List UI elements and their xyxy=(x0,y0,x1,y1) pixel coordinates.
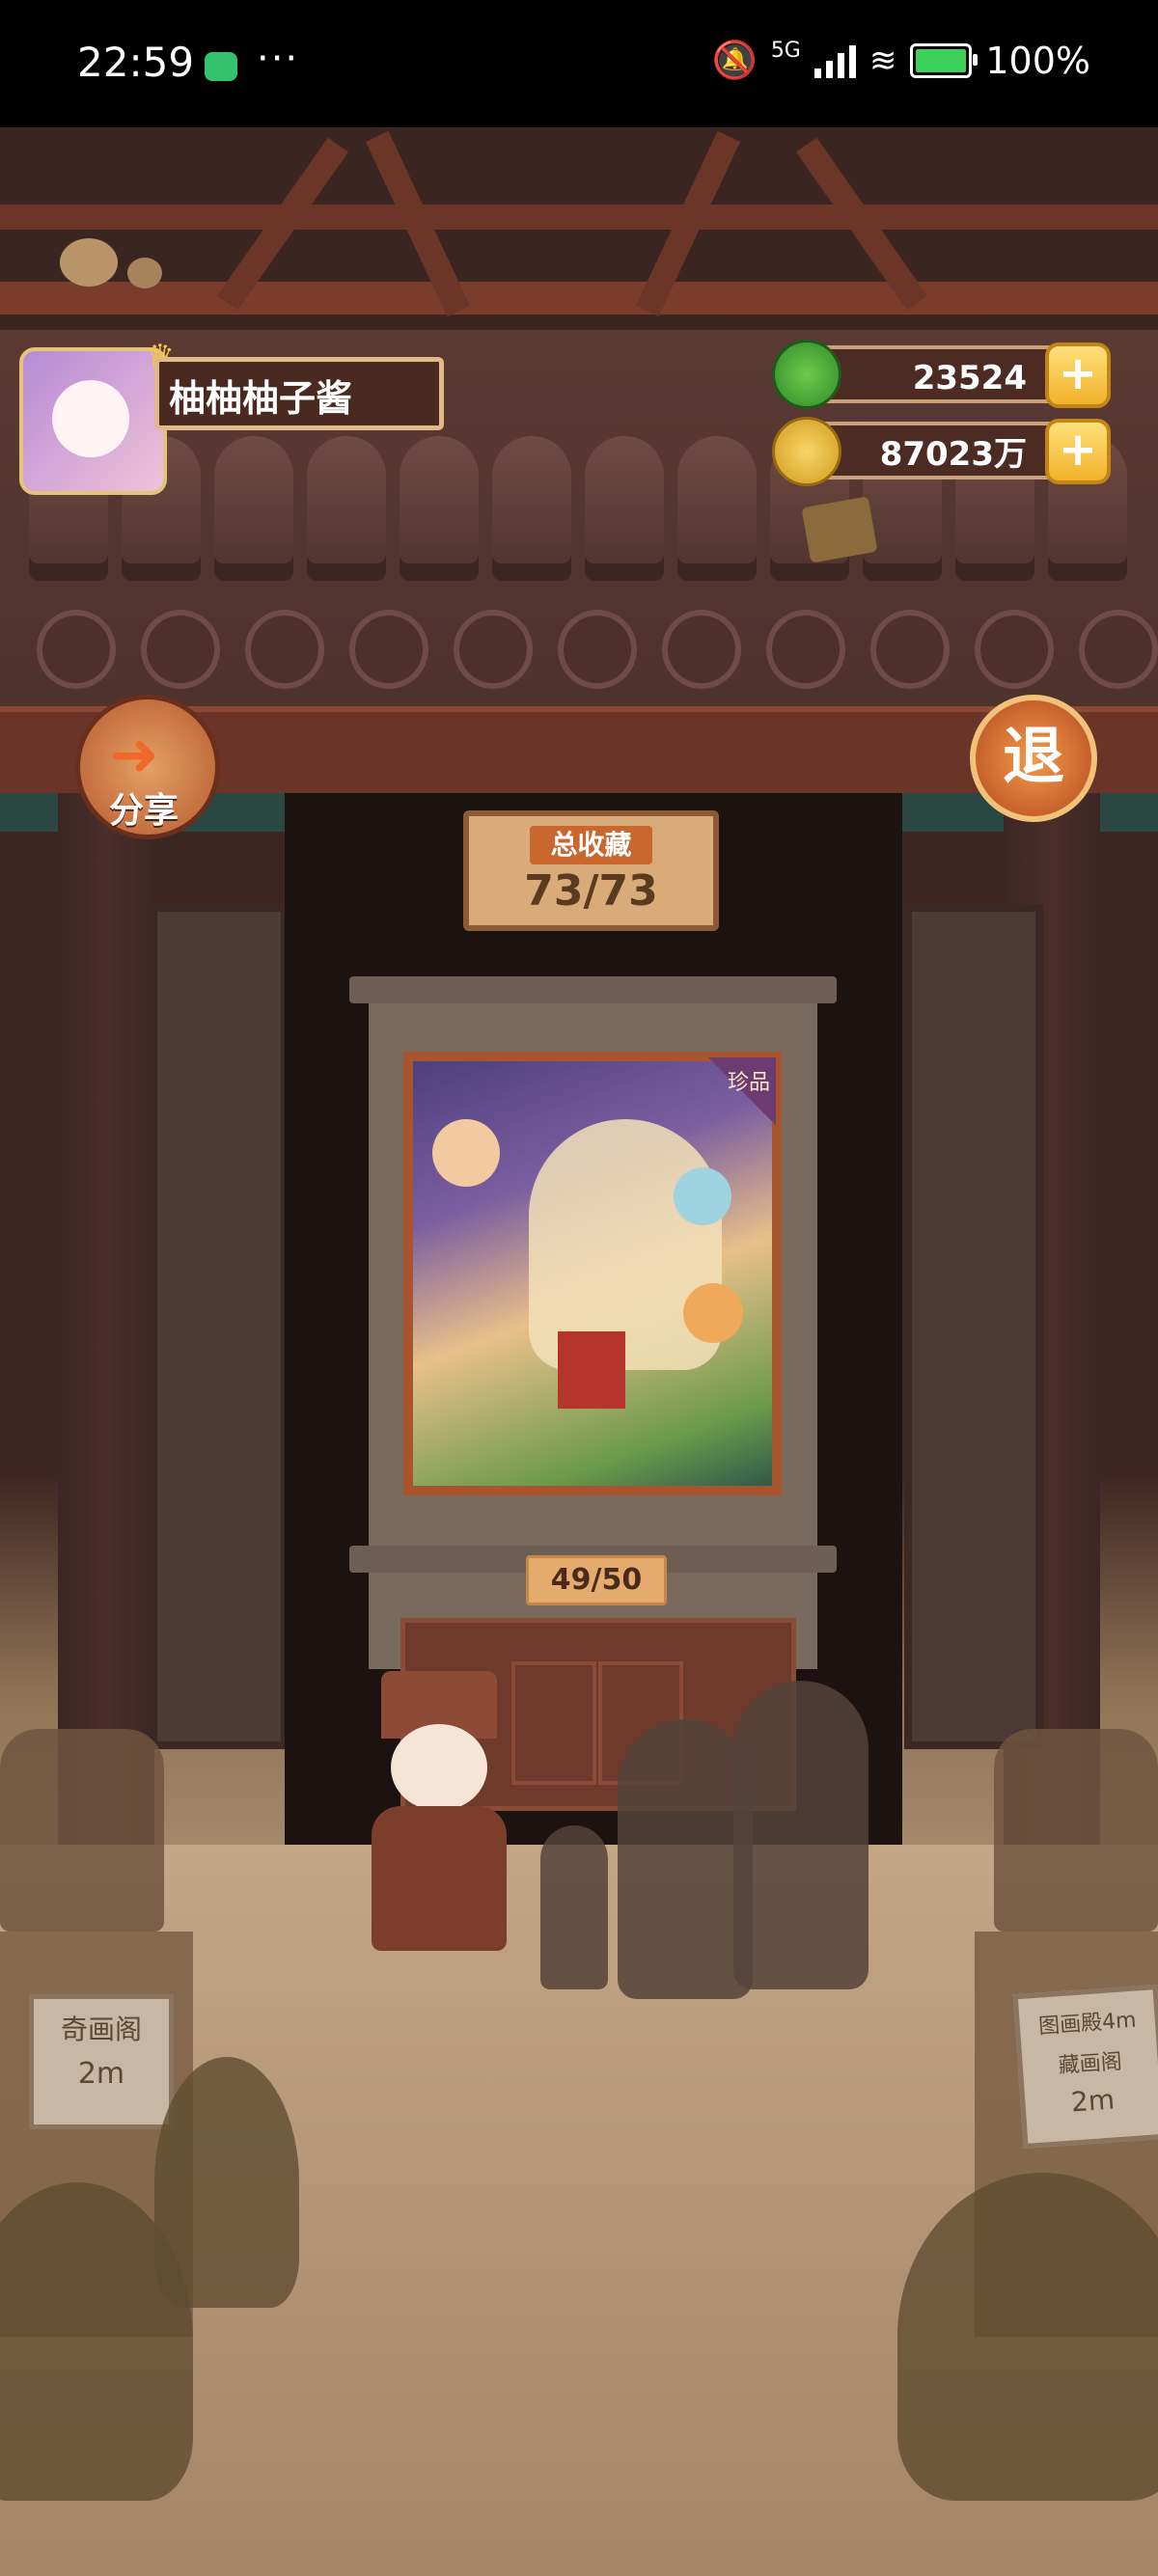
collection-title: 总收藏 xyxy=(530,826,652,864)
avatar-face xyxy=(52,380,129,457)
more-dots: ··· xyxy=(257,37,300,81)
couplet-left xyxy=(150,904,289,1749)
signal-icon xyxy=(813,43,856,78)
wechat-icon xyxy=(205,52,237,81)
collection-plaque: 总收藏 73/73 xyxy=(463,810,719,931)
exit-button[interactable]: 退 xyxy=(970,695,1097,822)
share-button[interactable]: ➜ 分享 xyxy=(75,695,220,839)
sign-left-name: 奇画阁 xyxy=(60,2014,142,2045)
crate-icon xyxy=(801,496,878,563)
wifi-icon: ≋ xyxy=(868,41,897,80)
lion-statue-right xyxy=(994,1729,1158,1932)
roof-beam-lower xyxy=(0,282,1158,315)
painting-stool xyxy=(558,1331,625,1409)
status-bar: 22:59 ··· 🔕 5G ≋ 100% xyxy=(0,0,1158,127)
sign-left-distance: 2m xyxy=(77,2057,125,2091)
painting-progress: 49/50 xyxy=(526,1555,667,1605)
cabinet-door xyxy=(511,1661,596,1785)
share-label: 分享 xyxy=(109,791,179,831)
character-icon xyxy=(683,1283,743,1343)
lion-statue-left xyxy=(0,1729,164,1932)
jade-icon xyxy=(772,340,841,409)
status-right: 🔕 5G ≋ 100% xyxy=(711,39,1090,82)
add-jade-button[interactable]: + xyxy=(1045,343,1111,408)
plant-left-back xyxy=(154,2057,299,2308)
character-icon xyxy=(432,1119,500,1187)
couplet-right xyxy=(904,904,1043,1749)
bird-icon xyxy=(60,238,118,287)
visitor-child xyxy=(540,1825,608,1989)
avatar[interactable]: ♛ xyxy=(19,338,175,495)
roof-beam xyxy=(0,205,1158,230)
sign-left: 奇画阁 2m xyxy=(29,1994,174,2129)
gallery-scene: 珍品 49/50 奇画阁 2m 图画殿4m 藏画阁 2m xyxy=(0,127,1158,2576)
sign-right-line1: 图画殿4m xyxy=(1037,2008,1138,2040)
coin-icon xyxy=(772,417,841,486)
sign-right-line2: 藏画阁 xyxy=(1058,2049,1123,2079)
painting-frame[interactable]: 珍品 xyxy=(403,1052,782,1495)
curator-face xyxy=(391,1724,487,1811)
network-type: 5G xyxy=(770,39,801,63)
battery-percent: 100% xyxy=(985,39,1090,82)
sign-right-distance: 2m xyxy=(1069,2083,1117,2119)
share-arrow-icon: ➜ xyxy=(109,719,159,789)
player-name: 柚柚柚子酱 xyxy=(154,357,444,430)
character-icon xyxy=(674,1167,731,1225)
roof-tile-caps xyxy=(37,610,1158,689)
add-coin-button[interactable]: + xyxy=(1045,419,1111,484)
collection-count: 73/73 xyxy=(524,866,658,916)
curator-robe xyxy=(372,1806,507,1951)
mute-icon: 🔕 xyxy=(711,39,758,81)
scroll-rod-top xyxy=(349,976,837,1003)
sign-right: 图画殿4m 藏画阁 2m xyxy=(1012,1984,1158,2150)
visitor-adult xyxy=(618,1719,753,1999)
battery-icon xyxy=(910,42,979,78)
clock: 22:59 xyxy=(77,39,195,86)
visitor-adult xyxy=(733,1681,868,1989)
bird-icon xyxy=(127,258,162,288)
painting-artwork xyxy=(413,1061,772,1486)
rarity-badge: 珍品 xyxy=(727,1071,770,1095)
